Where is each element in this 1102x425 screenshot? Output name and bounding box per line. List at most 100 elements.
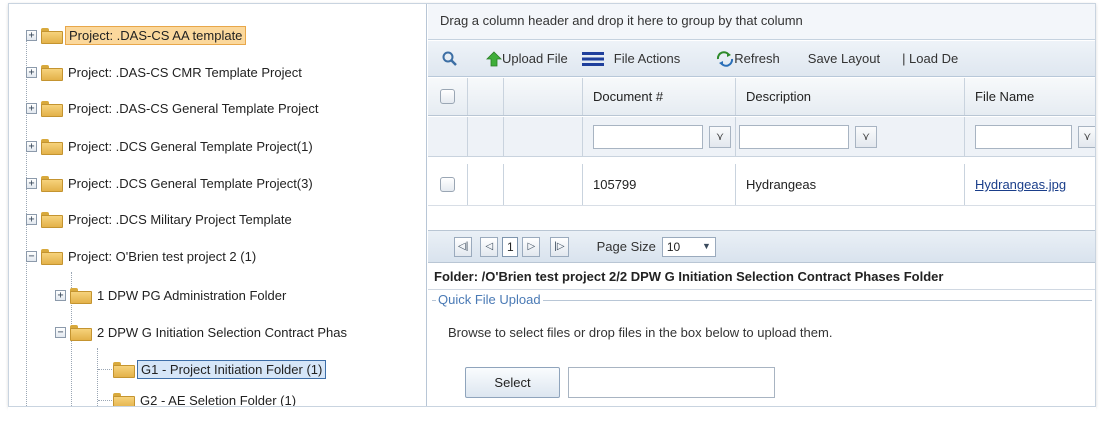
tree-node-label[interactable]: G2 - AE Seletion Folder (1) <box>137 392 299 407</box>
refresh-icon <box>717 50 734 67</box>
folder-icon <box>70 288 92 304</box>
menu-icon <box>581 51 604 66</box>
grid-filter-row: ⋎ ⋎ ⋎ <box>428 117 1095 157</box>
folder-icon <box>41 28 63 44</box>
tree-node-label[interactable]: Project: O'Brien test project 2 (1) <box>65 248 259 265</box>
tree-node[interactable]: − Project: O'Brien test project 2 (1) <box>26 245 259 267</box>
expand-icon[interactable]: + <box>26 213 37 225</box>
tree-connector <box>97 348 98 406</box>
document-grid: Drag a column header and drop it here to… <box>428 4 1095 406</box>
table-row[interactable]: 105799 Hydrangeas Hydrangeas.jpg <box>428 164 1095 206</box>
project-tree: + Project: .DAS-CS AA template + Project… <box>9 4 427 407</box>
tree-node[interactable]: + Project: .DCS Military Project Templat… <box>26 208 295 230</box>
filter-icon[interactable]: ⋎ <box>855 125 877 148</box>
tree-node[interactable]: + Project: .DAS-CS CMR Template Project <box>26 61 305 83</box>
upload-file-label: Upload File <box>502 51 568 66</box>
description-cell: Hydrangeas <box>736 164 965 205</box>
document-number-cell: 105799 <box>583 164 736 205</box>
folder-icon <box>41 249 63 265</box>
tree-node-label[interactable]: Project: .DCS General Template Project(1… <box>65 138 316 155</box>
tree-node-label[interactable]: 2 DPW G Initiation Selection Contract Ph… <box>94 324 350 341</box>
upload-arrow-icon <box>486 50 502 66</box>
tree-node[interactable]: + Project: .DAS-CS General Template Proj… <box>26 97 321 119</box>
tree-node-label[interactable]: Project: .DCS General Template Project(3… <box>65 175 316 192</box>
table-cell <box>468 164 504 205</box>
tree-node[interactable]: + Project: .DAS-CS AA template <box>26 24 247 46</box>
tree-connector <box>98 369 112 370</box>
page-size-select[interactable]: 10 ▼ <box>661 236 716 257</box>
file-actions-button[interactable]: File Actions <box>581 51 681 66</box>
page-bottom-margin <box>8 407 1096 425</box>
folder-icon <box>113 393 135 406</box>
filter-icon[interactable]: ⋎ <box>709 125 731 148</box>
expand-icon[interactable]: + <box>26 177 37 189</box>
pager-bar: ◁| ◁ 1 ▷ |▷ Page Size 10 ▼ <box>428 230 1095 263</box>
column-header-file-name[interactable]: File Name <box>965 78 1095 115</box>
tree-connector <box>98 400 112 401</box>
select-all-checkbox[interactable] <box>440 89 455 104</box>
page-size-label: Page Size <box>596 239 656 254</box>
filter-cell <box>428 117 468 156</box>
document-filter-input[interactable] <box>593 124 703 149</box>
filter-cell: ⋎ <box>965 117 1095 156</box>
expand-icon[interactable]: + <box>55 289 66 301</box>
refresh-label: Refresh <box>734 51 780 66</box>
tree-node[interactable]: − 2 DPW G Initiation Selection Contract … <box>55 321 350 343</box>
collapse-icon[interactable]: − <box>55 326 66 338</box>
tree-node-label[interactable]: Project: .DAS-CS General Template Projec… <box>65 100 321 117</box>
page-size-value: 10 <box>666 239 681 254</box>
upload-file-button[interactable]: Upload File <box>486 50 568 67</box>
folder-icon <box>41 101 63 117</box>
collapse-icon[interactable]: − <box>26 250 37 262</box>
folder-icon <box>41 176 63 192</box>
next-page-button[interactable]: ▷ <box>522 236 541 257</box>
expand-icon[interactable]: + <box>26 102 37 114</box>
expand-icon[interactable]: + <box>26 140 37 152</box>
file-actions-label: File Actions <box>613 51 681 66</box>
selected-file-field[interactable] <box>568 367 775 398</box>
table-cell <box>504 164 583 205</box>
prev-page-button[interactable]: ◁ <box>480 236 499 257</box>
search-icon[interactable] <box>442 51 458 67</box>
last-page-button[interactable]: |▷ <box>550 236 569 257</box>
expand-icon[interactable]: + <box>26 29 37 41</box>
row-checkbox[interactable] <box>440 177 455 192</box>
quick-file-upload-hint: Browse to select files or drop files in … <box>448 325 833 340</box>
group-by-bar[interactable]: Drag a column header and drop it here to… <box>428 4 1095 40</box>
folder-icon <box>41 139 63 155</box>
tree-node[interactable]: + Project: .DCS General Template Project… <box>26 135 316 157</box>
empty-header-cell <box>504 78 583 115</box>
select-files-button[interactable]: Select <box>465 367 560 398</box>
tree-node[interactable]: G1 - Project Initiation Folder (1) <box>113 358 327 380</box>
description-filter-input[interactable] <box>739 124 849 149</box>
filter-cell: ⋎ <box>583 117 736 156</box>
tree-node[interactable]: G2 - AE Seletion Folder (1) <box>113 389 299 407</box>
tree-node[interactable]: + 1 DPW PG Administration Folder <box>55 284 289 306</box>
tree-node[interactable]: + Project: .DCS General Template Project… <box>26 172 316 194</box>
first-page-button[interactable]: ◁| <box>454 236 473 257</box>
save-layout-button[interactable]: Save Layout <box>808 51 880 66</box>
file-name-link[interactable]: Hydrangeas.jpg <box>975 177 1066 192</box>
tree-node-label[interactable]: Project: .DAS-CS AA template <box>65 25 247 45</box>
chevron-down-icon: ▼ <box>701 240 711 251</box>
refresh-button[interactable]: Refresh <box>716 50 780 67</box>
folder-path: Folder: /O'Brien test project 2/2 DPW G … <box>428 264 1095 290</box>
tree-node-label[interactable]: Project: .DCS Military Project Template <box>65 211 295 228</box>
expand-icon[interactable]: + <box>26 66 37 78</box>
column-header-document[interactable]: Document # <box>583 78 736 115</box>
file-name-filter-input[interactable] <box>975 124 1072 149</box>
current-page[interactable]: 1 <box>502 236 519 257</box>
tree-node-label[interactable]: Project: .DAS-CS CMR Template Project <box>65 64 305 81</box>
tree-node-label[interactable]: 1 DPW PG Administration Folder <box>94 287 289 304</box>
row-select-cell <box>428 164 468 205</box>
tree-node-label[interactable]: G1 - Project Initiation Folder (1) <box>137 359 327 379</box>
grid-header-row: Document # Description File Name <box>428 78 1095 116</box>
folder-icon <box>70 325 92 341</box>
folder-icon <box>41 65 63 81</box>
folder-icon <box>41 212 63 228</box>
column-header-description[interactable]: Description <box>736 78 965 115</box>
load-layout-button[interactable]: | Load De <box>902 51 958 66</box>
filter-cell <box>504 117 583 156</box>
filter-cell <box>468 117 504 156</box>
filter-icon[interactable]: ⋎ <box>1077 125 1095 148</box>
